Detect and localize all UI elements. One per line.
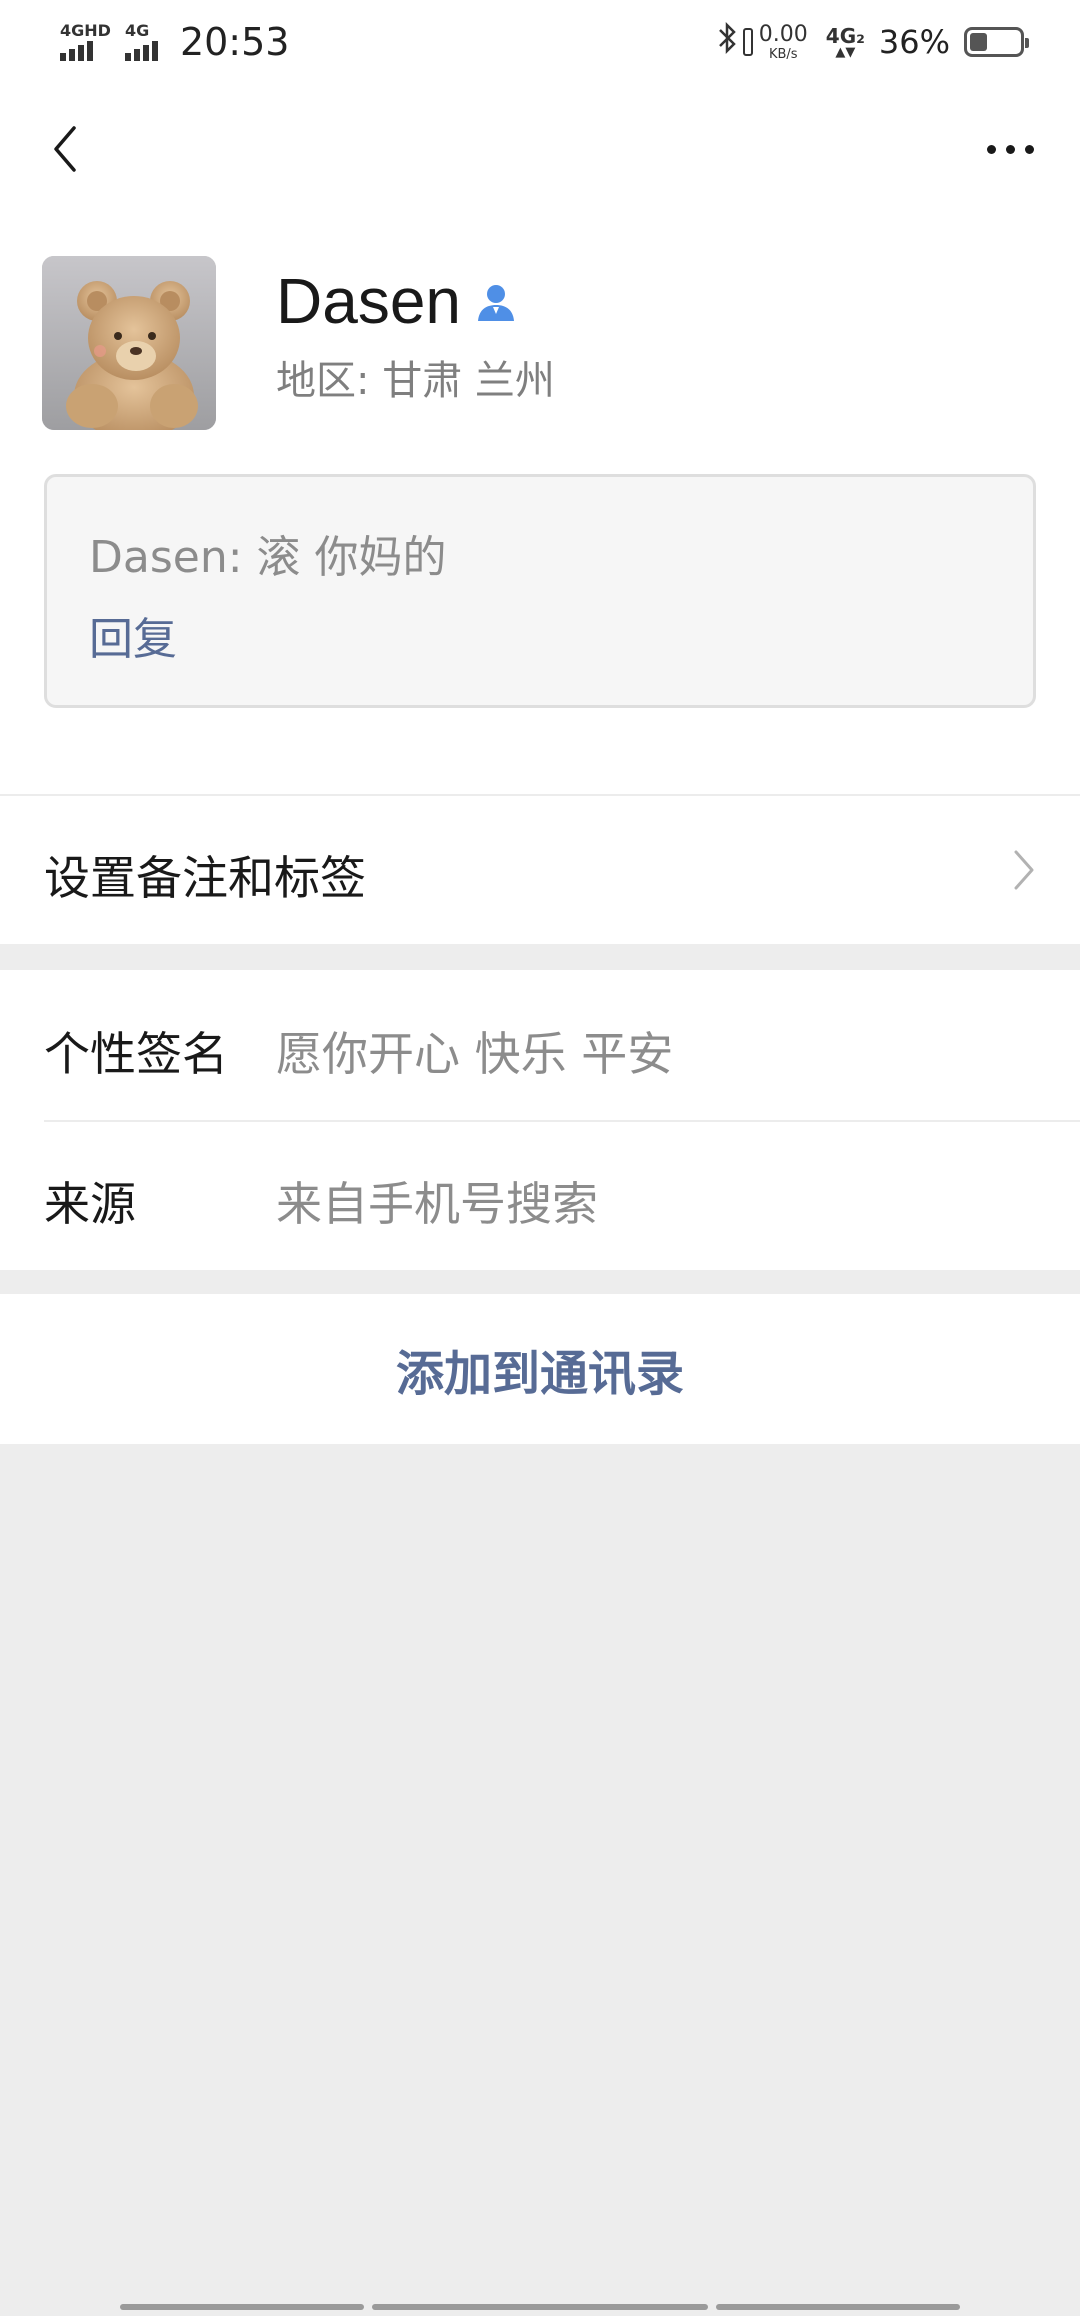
more-dot bbox=[986, 144, 996, 154]
gesture-bar bbox=[120, 2304, 960, 2312]
source-row: 来源 来自手机号搜索 bbox=[0, 1120, 1080, 1270]
name-row: Dasen bbox=[276, 264, 517, 338]
source-label: 来源 bbox=[44, 1177, 136, 1231]
signal-label: 4GHD bbox=[60, 21, 111, 40]
nav-bar bbox=[0, 84, 1080, 214]
info-section: 个性签名 愿你开心 快乐 平安 来源 来自手机号搜索 bbox=[0, 970, 1080, 1270]
source-value: 来自手机号搜索 bbox=[276, 1177, 598, 1231]
status-bar-right: 0.00 KB/s 4G₂ ▲▼ 36% bbox=[717, 21, 1029, 64]
contact-name: Dasen bbox=[276, 265, 461, 337]
gesture-segment bbox=[716, 2304, 960, 2310]
reply-link[interactable]: 回复 bbox=[89, 603, 177, 667]
clock: 20:53 bbox=[179, 20, 290, 64]
avatar[interactable] bbox=[42, 256, 216, 430]
chevron-left-icon bbox=[54, 126, 76, 172]
bluetooth-icon bbox=[717, 21, 739, 64]
network-label: 4G₂ bbox=[825, 23, 865, 48]
signature-row: 个性签名 愿你开心 快乐 平安 bbox=[0, 970, 1080, 1120]
add-to-contacts-label: 添加到通讯录 bbox=[395, 1346, 684, 1402]
person-icon bbox=[475, 281, 517, 327]
remark-tags-label: 设置备注和标签 bbox=[44, 851, 366, 905]
greeting-message: Dasen: 滚 你妈的 bbox=[89, 532, 447, 583]
signal-icon: 4GHD bbox=[60, 23, 111, 61]
battery-fill bbox=[970, 33, 988, 51]
status-bar: 4GHD 4G 20:53 0.00 KB/s 4G₂ ▲▼ 36% bbox=[0, 0, 1080, 84]
speed-unit: KB/s bbox=[768, 46, 798, 62]
region-text: 地区: 甘肃 兰州 bbox=[276, 358, 555, 404]
signature-label: 个性签名 bbox=[44, 1027, 228, 1081]
more-dot bbox=[1005, 144, 1015, 154]
signal-label-2: 4G bbox=[124, 21, 150, 40]
more-dot bbox=[1024, 144, 1034, 154]
signature-value: 愿你开心 快乐 平安 bbox=[276, 1027, 674, 1081]
speed-value: 0.00 bbox=[758, 21, 808, 47]
signal-icon-2: 4G bbox=[124, 21, 158, 61]
profile-card: Dasen 地区: 甘肃 兰州 Dasen: 滚 你妈的 回复 bbox=[0, 214, 1080, 794]
greeting-message-box: Dasen: 滚 你妈的 回复 bbox=[44, 474, 1036, 708]
battery-percent: 36% bbox=[878, 23, 950, 61]
network-speed: 0.00 KB/s bbox=[758, 21, 808, 62]
status-bar-left: 4GHD 4G 20:53 bbox=[60, 20, 289, 64]
add-to-contacts-button[interactable]: 添加到通讯录 bbox=[0, 1294, 1080, 1444]
vibrate-icon bbox=[742, 28, 753, 56]
gesture-segment bbox=[120, 2304, 364, 2310]
network-type-icon: 4G₂ ▲▼ bbox=[825, 23, 865, 60]
gesture-segment bbox=[372, 2304, 708, 2310]
chevron-right-icon bbox=[1012, 848, 1036, 896]
remark-tags-row[interactable]: 设置备注和标签 bbox=[0, 794, 1080, 944]
back-button[interactable] bbox=[30, 114, 100, 184]
battery-icon bbox=[964, 27, 1029, 57]
teddy-bear-image bbox=[42, 256, 216, 430]
more-button[interactable] bbox=[970, 114, 1050, 184]
